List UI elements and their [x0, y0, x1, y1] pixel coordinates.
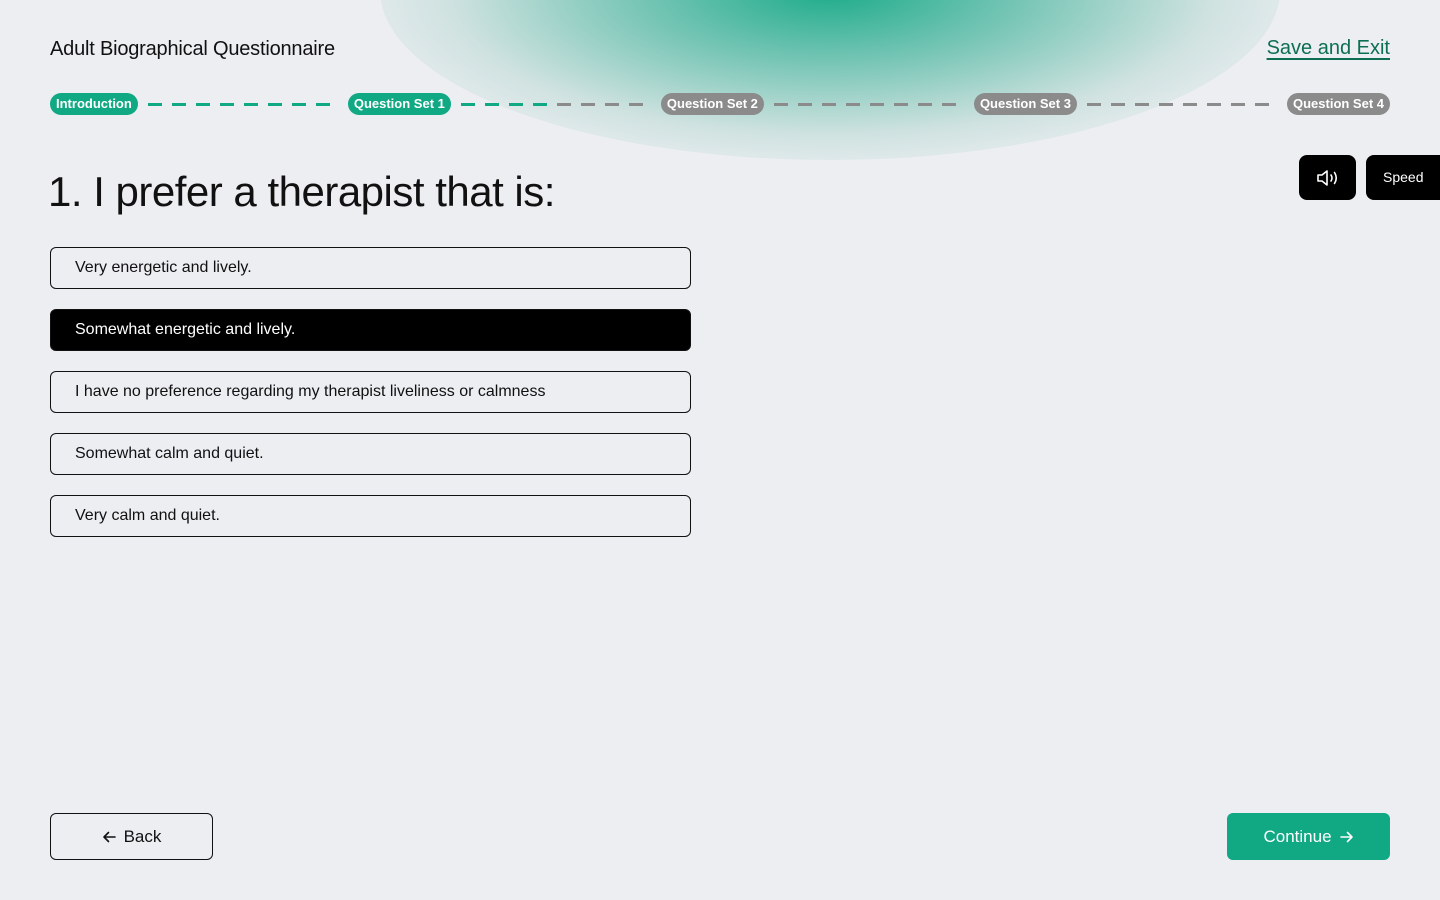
answer-option[interactable]: Very energetic and lively. — [50, 247, 691, 289]
progress-connector — [1086, 102, 1277, 106]
speaker-icon — [1316, 168, 1340, 188]
app-title: Adult Biographical Questionnaire — [50, 38, 335, 60]
progress-connector — [773, 102, 964, 106]
answer-option[interactable]: Very calm and quiet. — [50, 495, 691, 537]
save-and-exit-link[interactable]: Save and Exit — [1267, 37, 1390, 60]
back-label: Back — [123, 826, 162, 846]
continue-button[interactable]: Continue — [1227, 813, 1390, 860]
answer-option-selected[interactable]: Somewhat energetic and lively. — [50, 309, 691, 351]
progress-connector — [147, 102, 338, 106]
step-question-set-1[interactable]: Question Set 1 — [347, 93, 451, 115]
answer-options: Very energetic and lively. Somewhat ener… — [50, 247, 691, 557]
step-question-set-2[interactable]: Question Set 2 — [660, 93, 764, 115]
back-button[interactable]: Back — [50, 813, 213, 860]
speed-button[interactable]: Speed — [1366, 155, 1440, 200]
continue-label: Continue — [1263, 826, 1332, 846]
step-introduction[interactable]: Introduction — [50, 93, 138, 115]
progress-connector — [460, 102, 651, 106]
arrow-left-icon — [102, 830, 116, 844]
audio-play-button[interactable] — [1299, 155, 1356, 200]
question-title: 1. I prefer a therapist that is: — [48, 168, 555, 215]
answer-option[interactable]: Somewhat calm and quiet. — [50, 433, 691, 475]
answer-option[interactable]: I have no preference regarding my therap… — [50, 371, 691, 413]
header-gradient-glow — [380, 0, 1280, 160]
step-question-set-3[interactable]: Question Set 3 — [973, 93, 1077, 115]
progress-stepper: Introduction Question Set 1 Question Set… — [50, 93, 1391, 115]
step-question-set-4[interactable]: Question Set 4 — [1286, 93, 1391, 115]
arrow-right-icon — [1339, 830, 1354, 844]
